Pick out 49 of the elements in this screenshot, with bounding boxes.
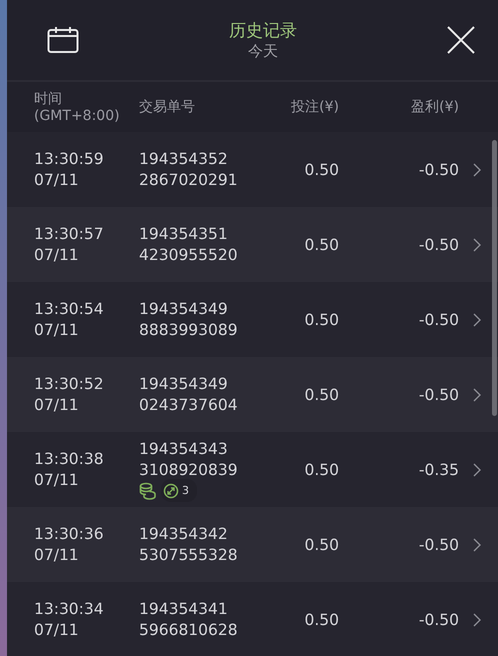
bet-cell-text: 0.50 bbox=[303, 610, 339, 628]
bet-cell-text: 0.50 bbox=[303, 386, 339, 404]
order-number-cell-text: 194354341 5966810628 bbox=[139, 598, 239, 640]
order-number-cell-text: 194354352 2867020291 bbox=[139, 148, 239, 190]
chevron-right-icon[interactable] bbox=[473, 162, 481, 176]
order-number-cell-text: 194354349 0243737604 bbox=[139, 374, 239, 416]
bet-cell-text: 0.50 bbox=[303, 460, 339, 478]
chevron-right-icon[interactable] bbox=[473, 612, 481, 626]
profit-cell-text: -0.50 bbox=[418, 160, 459, 178]
bet-cell-text: 0.50 bbox=[303, 160, 339, 178]
order-number-cell-text: 194354343 3108920839 bbox=[139, 438, 239, 480]
close-icon[interactable] bbox=[447, 26, 475, 54]
profit-cell-text: -0.50 bbox=[418, 536, 459, 554]
bet-cell-text: 0.50 bbox=[303, 536, 339, 554]
time-cell-text: 13:30:34 07/11 bbox=[33, 598, 105, 640]
history-row[interactable]: 13:30:36 07/11 194354342 5307555328 0.50 -0.50 bbox=[7, 507, 498, 582]
chevron-right-icon[interactable] bbox=[473, 462, 481, 476]
time-cell-text: 13:30:57 07/11 bbox=[33, 224, 105, 266]
time-cell-text: 13:30:59 07/11 bbox=[33, 148, 105, 190]
calendar-icon[interactable] bbox=[47, 26, 79, 54]
column-header: 盈利(¥) bbox=[410, 98, 459, 116]
profit-cell-text: -0.50 bbox=[418, 610, 459, 628]
profit-cell-text: -0.50 bbox=[418, 310, 459, 328]
chevron-right-icon[interactable] bbox=[473, 538, 481, 552]
order-number-cell-text: 194354351 4230955520 bbox=[139, 224, 239, 266]
scrollbar[interactable] bbox=[492, 140, 497, 416]
chevron-right-icon[interactable] bbox=[473, 388, 481, 402]
chevron-right-icon[interactable] bbox=[473, 312, 481, 326]
history-row[interactable]: 13:30:57 07/11 194354351 4230955520 0.50 -0.50 bbox=[7, 207, 498, 282]
bet-cell-text: 0.50 bbox=[303, 310, 339, 328]
order-number-cell-text: 194354342 5307555328 bbox=[139, 524, 239, 566]
window-title: 历史记录 bbox=[228, 20, 298, 42]
bet-cell-text: 0.50 bbox=[303, 236, 339, 254]
coins-icon bbox=[139, 482, 157, 500]
column-header: 交易单号 bbox=[139, 98, 196, 116]
history-row[interactable]: 13:30:52 07/11 194354349 0243737604 0.50 -0.50 bbox=[7, 357, 498, 432]
order-number-cell-text: 194354349 8883993089 bbox=[139, 298, 239, 340]
profit-cell-text: -0.35 bbox=[418, 460, 459, 478]
free-game-badge: 3 bbox=[161, 479, 197, 502]
profit-cell-text: -0.50 bbox=[418, 386, 459, 404]
profit-cell-text: -0.50 bbox=[418, 236, 459, 254]
date-range-label: 今天 bbox=[247, 42, 279, 61]
time-cell-text: 13:30:52 07/11 bbox=[33, 374, 105, 416]
time-cell-text: 13:30:54 07/11 bbox=[33, 298, 105, 340]
column-header: 投注(¥) bbox=[290, 98, 339, 116]
column-header: 时间 (GMT+8:00) bbox=[33, 90, 121, 124]
chevron-right-icon[interactable] bbox=[473, 238, 481, 252]
time-cell-text: 13:30:36 07/11 bbox=[33, 524, 105, 566]
time-cell-text: 13:30:38 07/11 bbox=[33, 448, 105, 490]
